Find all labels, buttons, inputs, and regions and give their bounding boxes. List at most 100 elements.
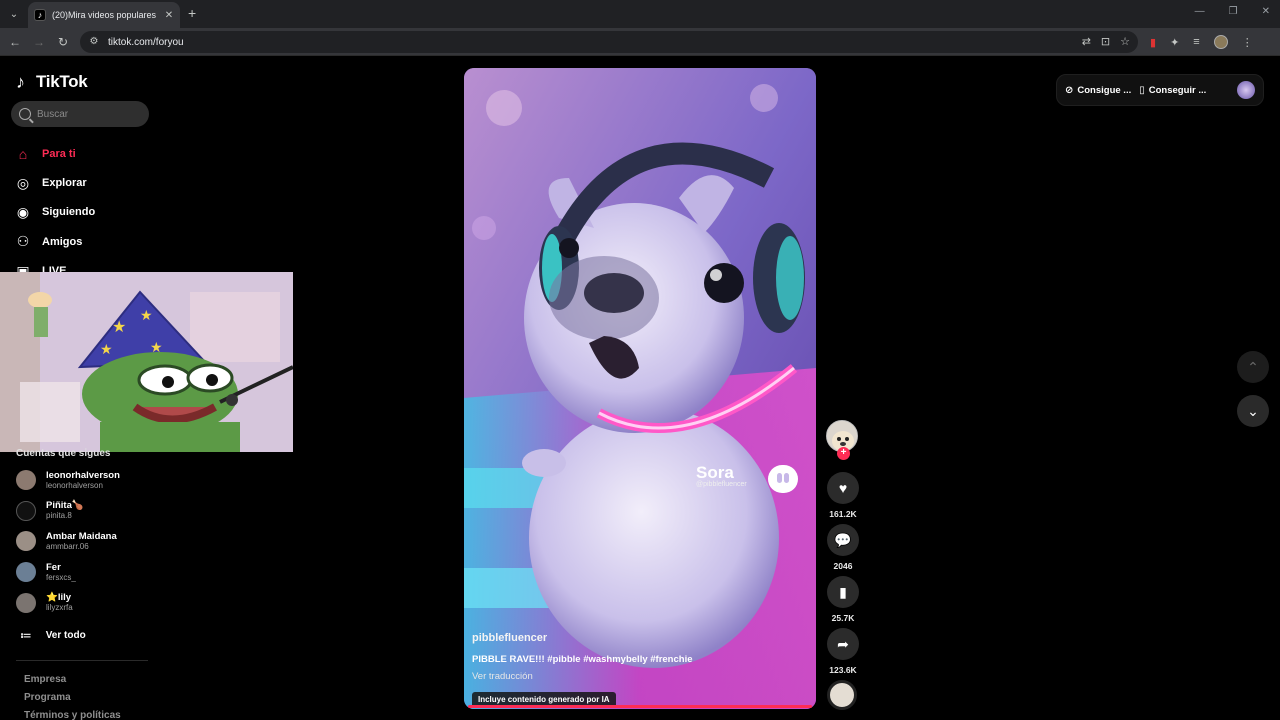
avatar <box>16 500 36 521</box>
footer-link-terminos[interactable]: Términos y políticas <box>24 707 121 720</box>
next-video-chevron-down-icon[interactable]: ⌄ <box>1237 395 1269 427</box>
list-item[interactable]: Ambar Maidana ammbarr.06 <box>16 526 120 557</box>
account-name: ⭐lily <box>46 592 72 604</box>
tiktok-note-icon: ♪ <box>16 72 25 92</box>
nav-label: Para ti <box>42 147 76 160</box>
music-disc-icon[interactable] <box>827 680 857 710</box>
coin-icon: ⊘ <box>1065 84 1074 96</box>
like-action: ♥ 161.2K <box>826 472 860 519</box>
account-handle: ammbarr.06 <box>46 541 89 551</box>
search-icon <box>19 108 31 120</box>
share-arrow-icon[interactable]: ➦ <box>827 628 859 660</box>
list-icon: ≔ <box>20 630 32 642</box>
comment-count: 2046 <box>833 561 853 571</box>
back-arrow-icon[interactable]: ← <box>8 35 22 49</box>
tab-close-icon[interactable]: ✕ <box>164 10 174 21</box>
watermark-handle: @pibblefluencer <box>696 481 747 488</box>
account-handle: pinita.8 <box>46 511 72 521</box>
extensions-area: ▮ ✦ ≡ ⋮ <box>1150 35 1253 49</box>
get-app-button[interactable]: ▯ Conseguir ... <box>1139 85 1206 96</box>
omnibox-actions: ⇄ ⊡ ☆ <box>1082 35 1130 48</box>
list-item[interactable]: Fer fersxcs_ <box>16 557 120 588</box>
nav-item-siguiendo[interactable]: ◉ Siguiendo <box>14 198 95 227</box>
address-bar[interactable]: ⚙ tiktok.com/foryou ⇄ ⊡ ☆ <box>80 31 1138 53</box>
nav-label: Amigos <box>42 235 83 248</box>
bookmark-icon[interactable]: ▮ <box>827 576 859 608</box>
home-icon: ⌂ <box>18 145 28 162</box>
logo-text: TikTok <box>36 72 88 91</box>
tiktok-logo[interactable]: ♪ TikTok <box>16 72 88 92</box>
comment-icon[interactable]: 💬 <box>827 524 859 556</box>
account-handle: fersxcs_ <box>46 572 76 582</box>
search-box[interactable] <box>11 101 149 127</box>
video-caption[interactable]: PIBBLE RAVE!!! #pibble #washmybelly #fre… <box>472 654 693 665</box>
puzzle-extensions-icon[interactable]: ✦ <box>1170 36 1179 49</box>
media-controls-icon[interactable]: ≡ <box>1193 36 1199 48</box>
reload-icon[interactable]: ↻ <box>56 35 70 49</box>
footer-link-empresa[interactable]: Empresa <box>24 671 121 689</box>
account-name: leonorhalverson <box>46 469 120 481</box>
account-name: Ambar Maidana <box>46 530 117 542</box>
follow-plus-button[interactable]: + <box>837 447 850 460</box>
install-app-icon[interactable]: ⊡ <box>1101 35 1110 48</box>
nav-item-amigos[interactable]: ⚇ Amigos <box>14 227 95 256</box>
list-item[interactable]: leonorhalverson leonorhalverson <box>16 465 120 496</box>
svg-text:★: ★ <box>112 317 126 336</box>
minimize-icon[interactable]: — <box>1195 6 1205 17</box>
save-count: 25.7K <box>831 613 855 623</box>
sora-logo-icon <box>768 465 798 493</box>
avatar <box>16 531 36 552</box>
nav-item-explorar[interactable]: ◎ Explorar <box>14 168 95 197</box>
sidebar-divider <box>16 660 148 661</box>
site-info-icon[interactable]: ⚙ <box>88 36 100 48</box>
list-item[interactable]: ⭐lily lilyzxrfa <box>16 587 120 618</box>
video-progress-bar[interactable] <box>468 705 812 708</box>
get-coins-button[interactable]: ⊘ Consigue ... <box>1065 85 1131 96</box>
nav-label: Siguiendo <box>42 206 96 219</box>
tab-search-chevron-icon[interactable]: ⌄ <box>6 6 22 22</box>
svg-text:★: ★ <box>100 342 113 358</box>
restore-icon[interactable]: ❐ <box>1229 6 1238 17</box>
video-actions: + ♥ 161.2K 💬 2046 ▮ 25.7K ➦ 123.6K <box>826 420 860 710</box>
get-coins-label: Consigue ... <box>1077 84 1132 96</box>
user-avatar[interactable] <box>1237 81 1255 99</box>
pepe-wizard-image: ★ ★ ★ ★ <box>0 272 293 452</box>
friends-icon: ⚇ <box>16 233 30 250</box>
browser-menu-icon[interactable]: ⋮ <box>1242 36 1253 49</box>
new-tab-plus-icon[interactable]: + <box>188 6 196 20</box>
forward-arrow-icon[interactable]: → <box>32 35 46 49</box>
following-icon: ◉ <box>16 203 30 220</box>
list-item[interactable]: Piñita🍗 pinita.8 <box>16 496 120 527</box>
translate-icon[interactable]: ⇄ <box>1082 35 1091 48</box>
svg-text:★: ★ <box>140 308 153 324</box>
bookmark-star-icon[interactable]: ☆ <box>1120 35 1130 48</box>
browser-toolbar: ← → ↻ ⚙ tiktok.com/foryou ⇄ ⊡ ☆ ▮ ✦ ≡ ⋮ <box>0 28 1280 56</box>
url-text[interactable]: tiktok.com/foryou <box>108 37 184 48</box>
search-input[interactable] <box>37 108 137 120</box>
profile-avatar-icon[interactable] <box>1213 35 1228 49</box>
previous-video-chevron-up-icon[interactable]: ⌃ <box>1237 351 1269 383</box>
translate-link[interactable]: Ver traducción <box>472 671 533 682</box>
phone-icon: ▯ <box>1139 84 1145 96</box>
video-author[interactable]: pibblefluencer <box>472 632 547 644</box>
account-name: Piñita🍗 <box>46 500 84 512</box>
following-list: leonorhalverson leonorhalverson Piñita🍗 … <box>16 465 120 618</box>
picture-in-picture-overlay[interactable]: ★ ★ ★ ★ <box>0 272 293 452</box>
browser-tab[interactable]: ♪ (20)Mira videos populares sele ✕ <box>28 2 180 28</box>
footer-links: Empresa Programa Términos y políticas <box>24 671 121 720</box>
nav-label: Explorar <box>42 177 87 190</box>
compass-icon: ◎ <box>16 174 30 191</box>
extension-icon[interactable]: ▮ <box>1150 36 1156 49</box>
video-player[interactable]: Sora @pibblefluencer pibblefluencer PIBB… <box>464 68 816 709</box>
tiktok-favicon-icon: ♪ <box>34 9 46 21</box>
tiktok-page: ♪ TikTok ⌂ Para ti ◎ Explorar ◉ Siguiend… <box>0 57 1280 720</box>
footer-link-programa[interactable]: Programa <box>24 689 121 707</box>
account-handle: leonorhalverson <box>46 480 103 490</box>
nav-item-para-ti[interactable]: ⌂ Para ti <box>14 139 95 168</box>
tab-title: (20)Mira videos populares sele <box>52 10 158 20</box>
browser-tab-bar: ⌄ ♪ (20)Mira videos populares sele ✕ + —… <box>0 0 1280 28</box>
window-close-icon[interactable]: ✕ <box>1262 6 1270 17</box>
watermark-word: Sora <box>696 463 734 482</box>
see-all-button[interactable]: ≔ Ver todo <box>20 629 86 642</box>
heart-icon[interactable]: ♥ <box>827 472 859 504</box>
